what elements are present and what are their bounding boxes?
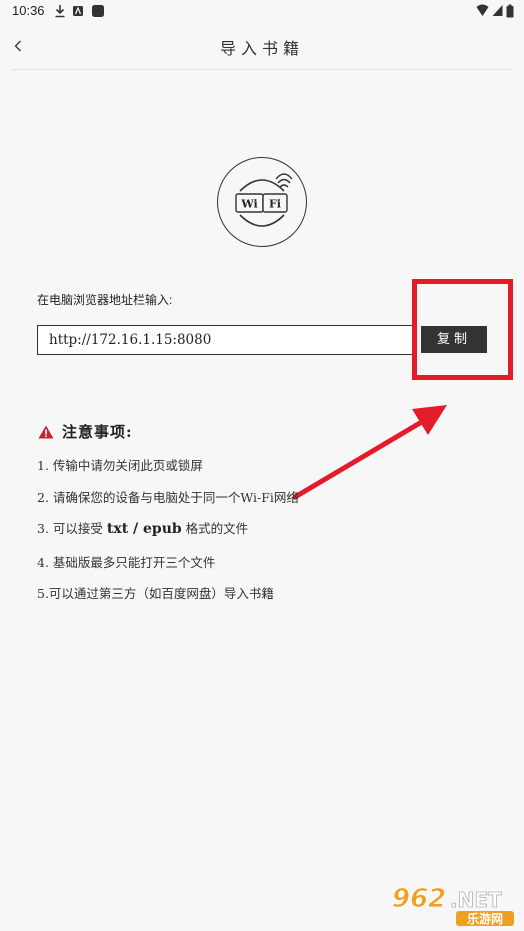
wifi-icon: Wi Fi — [235, 173, 293, 227]
wifi-label-left: Wi — [240, 198, 257, 211]
warning-icon — [38, 425, 54, 438]
status-bar: 10:36 — [0, 0, 524, 24]
notice-item-prefix: 3. 可以接受 — [37, 521, 107, 536]
red-arrow-icon — [292, 405, 447, 500]
svg-text:962: 962 — [392, 884, 446, 914]
notice-formats: txt / epub — [106, 521, 182, 537]
site-watermark-logo: 962 .NET 乐游网 — [392, 884, 514, 926]
status-time: 10:36 — [12, 3, 45, 18]
cell-signal-icon — [492, 5, 503, 16]
app-notification-icon-2 — [92, 5, 104, 17]
instruction-label: 在电脑浏览器地址栏输入: — [37, 293, 173, 307]
notice-item: 2. 请确保您的设备与电脑处于同一个Wi-Fi网络 — [37, 490, 299, 505]
notice-item: 4. 基础版最多只能打开三个文件 — [37, 555, 216, 570]
page-title: 导入书籍 — [219, 39, 304, 58]
wifi-emblem: Wi Fi — [217, 157, 307, 247]
url-field[interactable]: http://172.16.1.15:8080 — [37, 325, 417, 355]
app-notification-icon — [73, 6, 83, 16]
notice-item-formats: 3. 可以接受 txt / epub 格式的文件 — [37, 518, 248, 537]
battery-icon — [506, 4, 514, 18]
wifi-label-right: Fi — [269, 198, 281, 211]
notice-title: 注意事项: — [62, 423, 133, 441]
nav-bar: 导入书籍 — [12, 24, 512, 70]
notice-heading: 注意事项: — [38, 421, 133, 442]
highlight-box — [412, 279, 513, 380]
notice-item: 1. 传输中请勿关闭此页或锁屏 — [37, 458, 203, 473]
notice-item-suffix: 格式的文件 — [181, 521, 249, 536]
notice-item: 5.可以通过第三方（如百度网盘）导入书籍 — [37, 586, 274, 601]
svg-text:乐游网: 乐游网 — [467, 911, 503, 926]
wifi-signal-icon — [476, 4, 489, 16]
svg-text:.NET: .NET — [450, 888, 502, 912]
download-icon — [55, 5, 65, 18]
